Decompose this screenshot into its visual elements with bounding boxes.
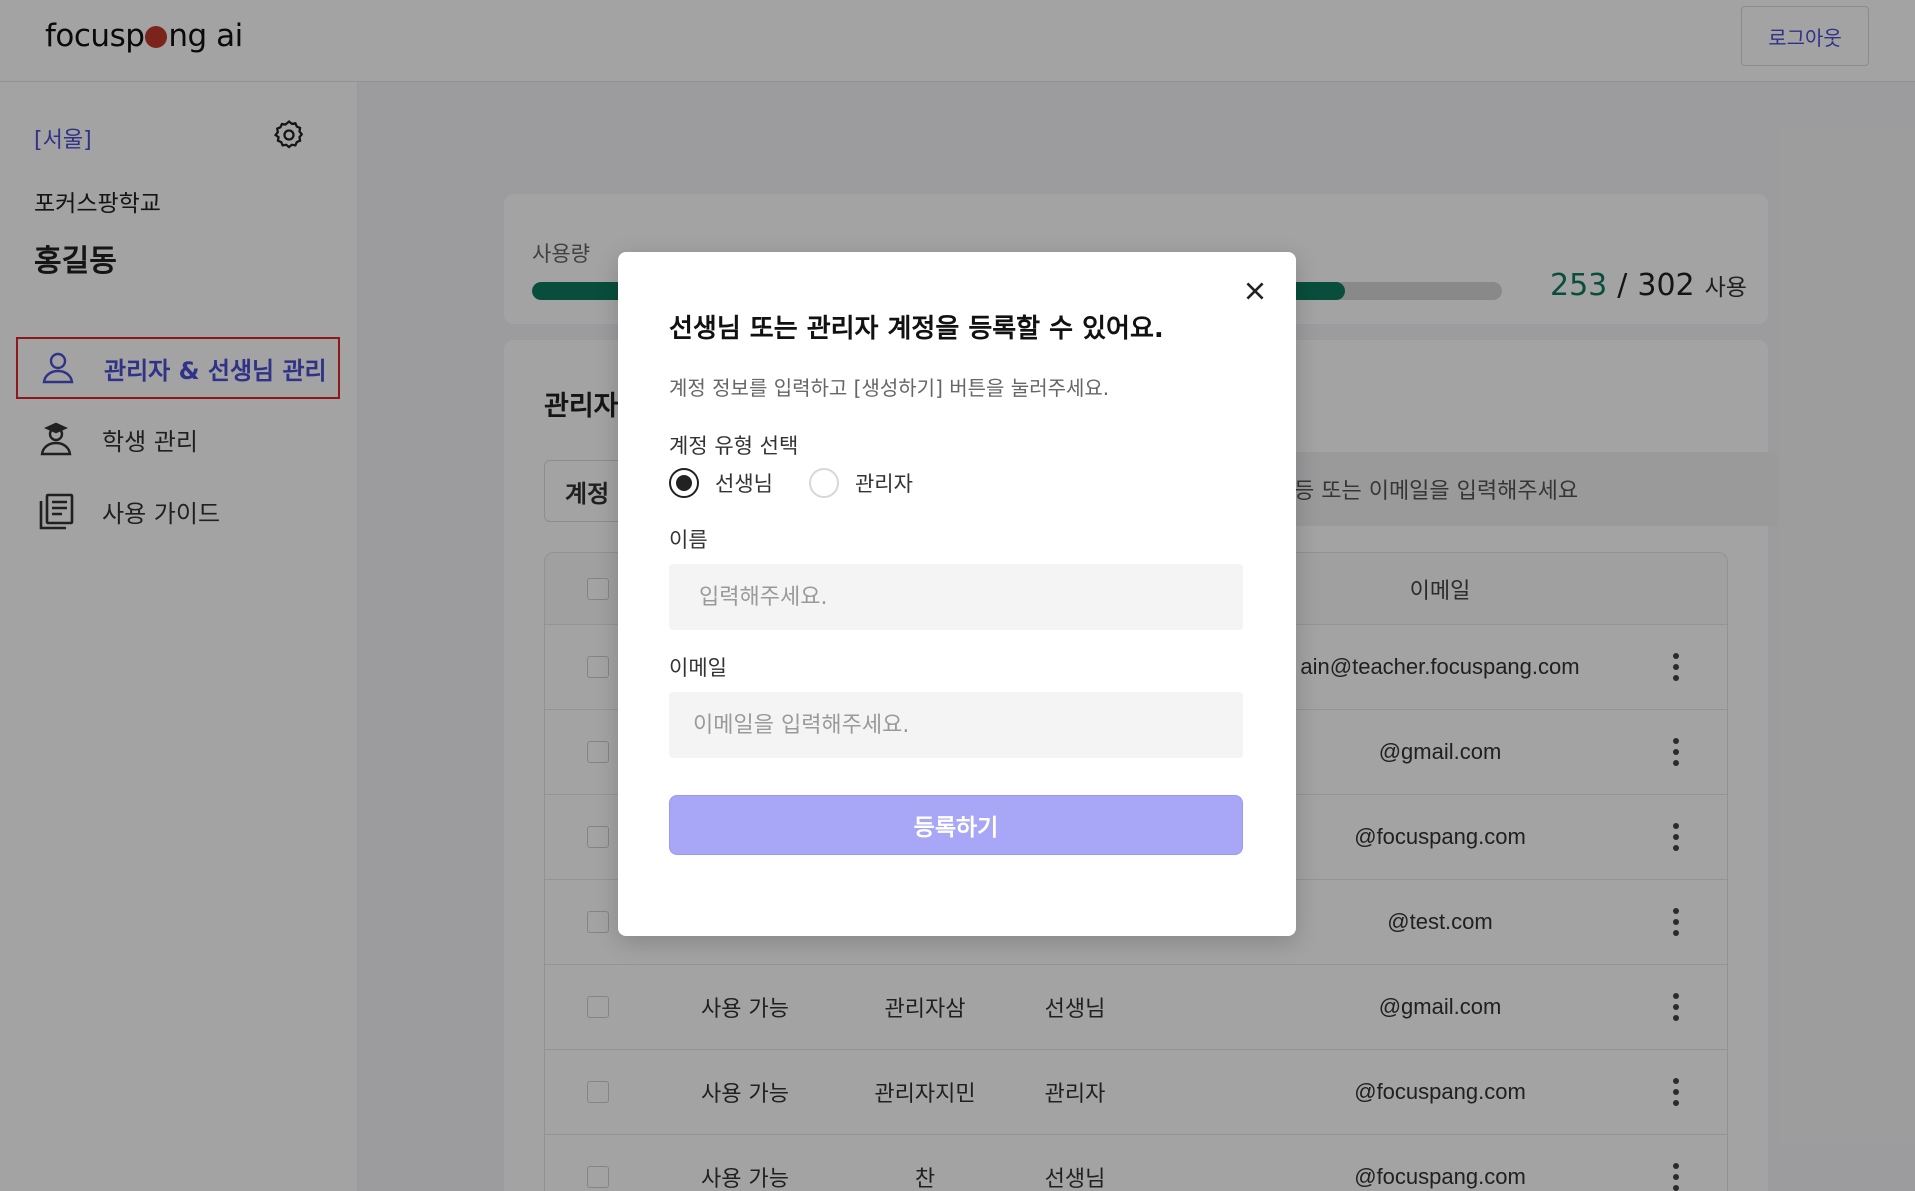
radio-admin[interactable]: 관리자 [808,468,913,498]
email-field[interactable] [669,692,1243,758]
radio-checked-icon [669,468,699,498]
radio-label: 선생님 [715,472,773,496]
close-icon[interactable] [1242,278,1268,304]
account-type-label: 계정 유형 선택 [669,434,799,458]
register-button[interactable]: 등록하기 [669,795,1243,855]
account-type-radio-group: 선생님 관리자 [669,468,949,498]
radio-teacher[interactable]: 선생님 [669,468,773,498]
modal-description: 계정 정보를 입력하고 [생성하기] 버튼을 눌러주세요. [669,376,1110,400]
name-label: 이름 [669,528,708,552]
radio-unchecked-icon [808,468,839,498]
modal-title: 선생님 또는 관리자 계정을 등록할 수 있어요. [669,314,1164,344]
name-field[interactable] [669,564,1243,630]
app-root: focusp ng ai 로그아웃 [서울] 포커스팡학교 홍길동 관리자 & 선… [0,0,1915,1191]
radio-label: 관리자 [854,472,913,496]
register-account-modal: 선생님 또는 관리자 계정을 등록할 수 있어요. 계정 정보를 입력하고 [생… [618,252,1296,936]
email-label: 이메일 [669,656,727,680]
